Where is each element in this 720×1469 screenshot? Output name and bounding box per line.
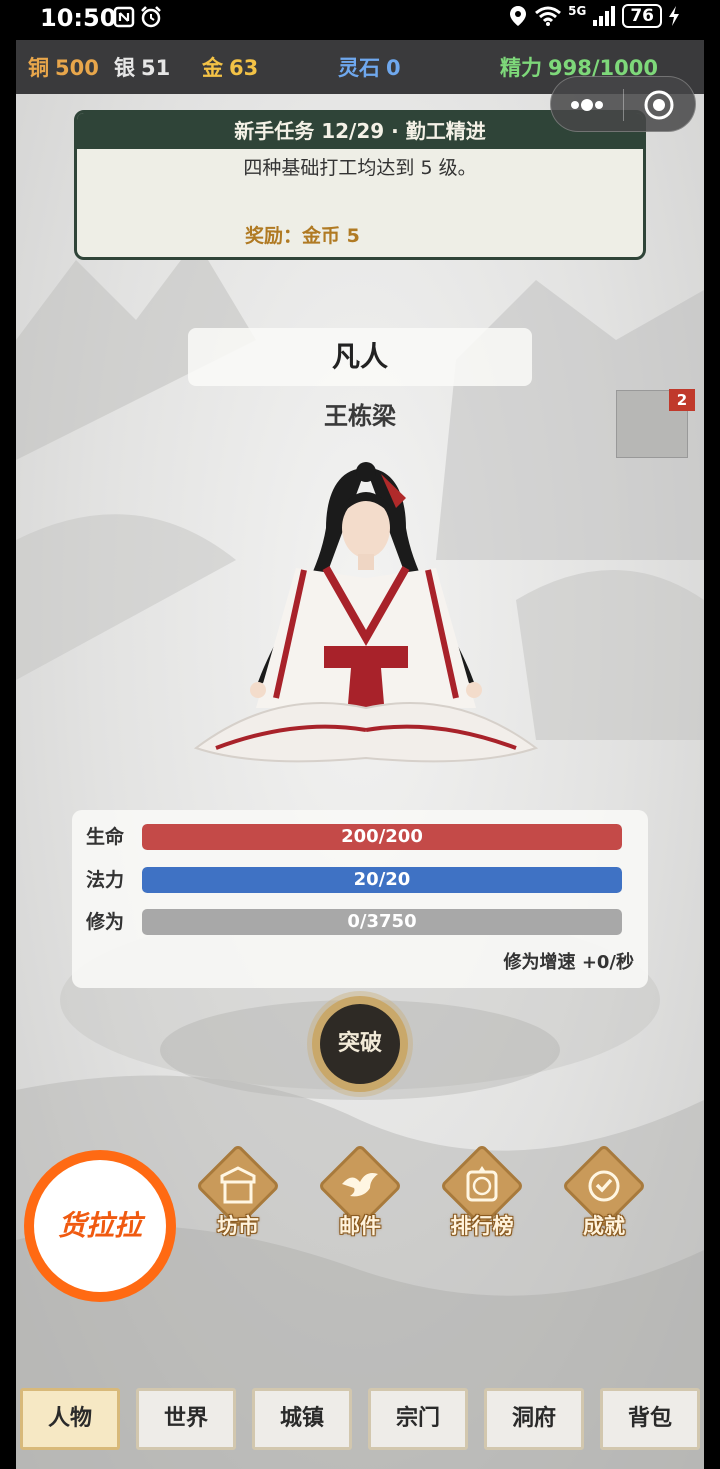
nfc-icon	[113, 6, 135, 28]
currency-gold: 金 63	[202, 56, 259, 80]
tab-character[interactable]: 人物	[20, 1388, 120, 1450]
battery-level: 76	[622, 4, 662, 28]
mp-label: 法力	[86, 869, 125, 891]
mp-row: 法力 20/20	[86, 867, 626, 893]
alarm-icon	[141, 6, 161, 28]
status-left-icons	[113, 5, 163, 29]
market-button[interactable]: 坊市	[190, 1143, 286, 1250]
location-icon	[510, 6, 527, 26]
more-options-icon[interactable]	[567, 93, 607, 117]
tab-sect[interactable]: 宗门	[368, 1388, 468, 1450]
quest-description: 四种基础打工均达到 5 级。	[243, 157, 477, 179]
character-portrait	[193, 462, 539, 763]
cultivation-rate: 修为增速 +0/秒	[503, 952, 634, 973]
realm-label: 凡人	[188, 328, 532, 386]
miniprogram-capsule	[550, 76, 696, 132]
achievement-label: 成就	[583, 1214, 625, 1238]
side-event-button[interactable]: 2	[616, 389, 695, 458]
player-name: 王栋梁	[324, 402, 396, 430]
capsule-divider	[623, 89, 624, 121]
achievement-icon	[588, 1170, 620, 1202]
wifi-icon	[535, 6, 562, 26]
cultivation-bar: 0/3750	[142, 909, 622, 935]
ranking-icon	[466, 1166, 498, 1202]
charging-icon	[669, 6, 679, 26]
mail-label: 邮件	[339, 1214, 381, 1238]
cultivation-label: 修为	[86, 911, 125, 933]
breakthrough-button[interactable]: 突破	[312, 996, 408, 1092]
bottom-nav: 人物 世界 城镇 宗门 洞府 背包	[16, 1386, 704, 1456]
quest-card[interactable]: 新手任务 12/29 · 勤工精进 四种基础打工均达到 5 级。 奖励：金币 5	[74, 110, 646, 260]
hp-row: 生命 200/200	[86, 824, 626, 850]
dove-icon	[342, 1173, 378, 1197]
stats-panel: 生命 200/200 法力 20/20 修为 0/3750 修为增速 +0/秒	[72, 810, 648, 988]
hp-bar: 200/200	[142, 824, 622, 850]
huolala-ad-button[interactable]: 货拉拉	[24, 1150, 176, 1302]
market-label: 坊市	[217, 1214, 259, 1238]
ranking-button[interactable]: 排行榜	[434, 1143, 530, 1250]
status-right-icons: 5G 76	[508, 4, 680, 28]
mail-button[interactable]: 邮件	[312, 1143, 408, 1250]
network-type: 5G	[568, 4, 587, 18]
market-icon	[220, 1166, 256, 1204]
status-time: 10:50	[40, 4, 117, 32]
mp-value: 20/20	[353, 869, 411, 890]
mp-bar: 20/20	[142, 867, 622, 893]
breakthrough-label: 突破	[320, 1004, 400, 1084]
hp-value: 200/200	[341, 826, 423, 847]
game-screen: 铜 500 银 51 金 63 灵石 0 精力 998/1000 新手任务 12/29 ·…	[16, 40, 704, 1469]
cultivation-row: 修为 0/3750	[86, 909, 626, 935]
tab-world[interactable]: 世界	[136, 1388, 236, 1450]
currency-copper: 铜 500	[28, 56, 99, 80]
notification-badge: 2	[669, 389, 695, 411]
tab-town[interactable]: 城镇	[252, 1388, 352, 1450]
currency-silver: 银 51	[114, 56, 171, 80]
quest-reward: 奖励：金币 5	[245, 225, 360, 247]
ranking-label: 排行榜	[450, 1214, 514, 1238]
hp-label: 生命	[86, 826, 125, 848]
signal-icon	[593, 6, 616, 26]
status-bar: 10:50 5G 76	[0, 0, 720, 36]
close-miniprogram-icon[interactable]	[643, 89, 675, 121]
tab-cave-dwelling[interactable]: 洞府	[484, 1388, 584, 1450]
tab-backpack[interactable]: 背包	[600, 1388, 700, 1450]
currency-spirit-stone: 灵石 0	[338, 56, 401, 80]
cultivation-value: 0/3750	[347, 911, 417, 932]
huolala-logo-text: 货拉拉	[57, 1209, 142, 1242]
achievement-button[interactable]: 成就	[556, 1143, 652, 1250]
